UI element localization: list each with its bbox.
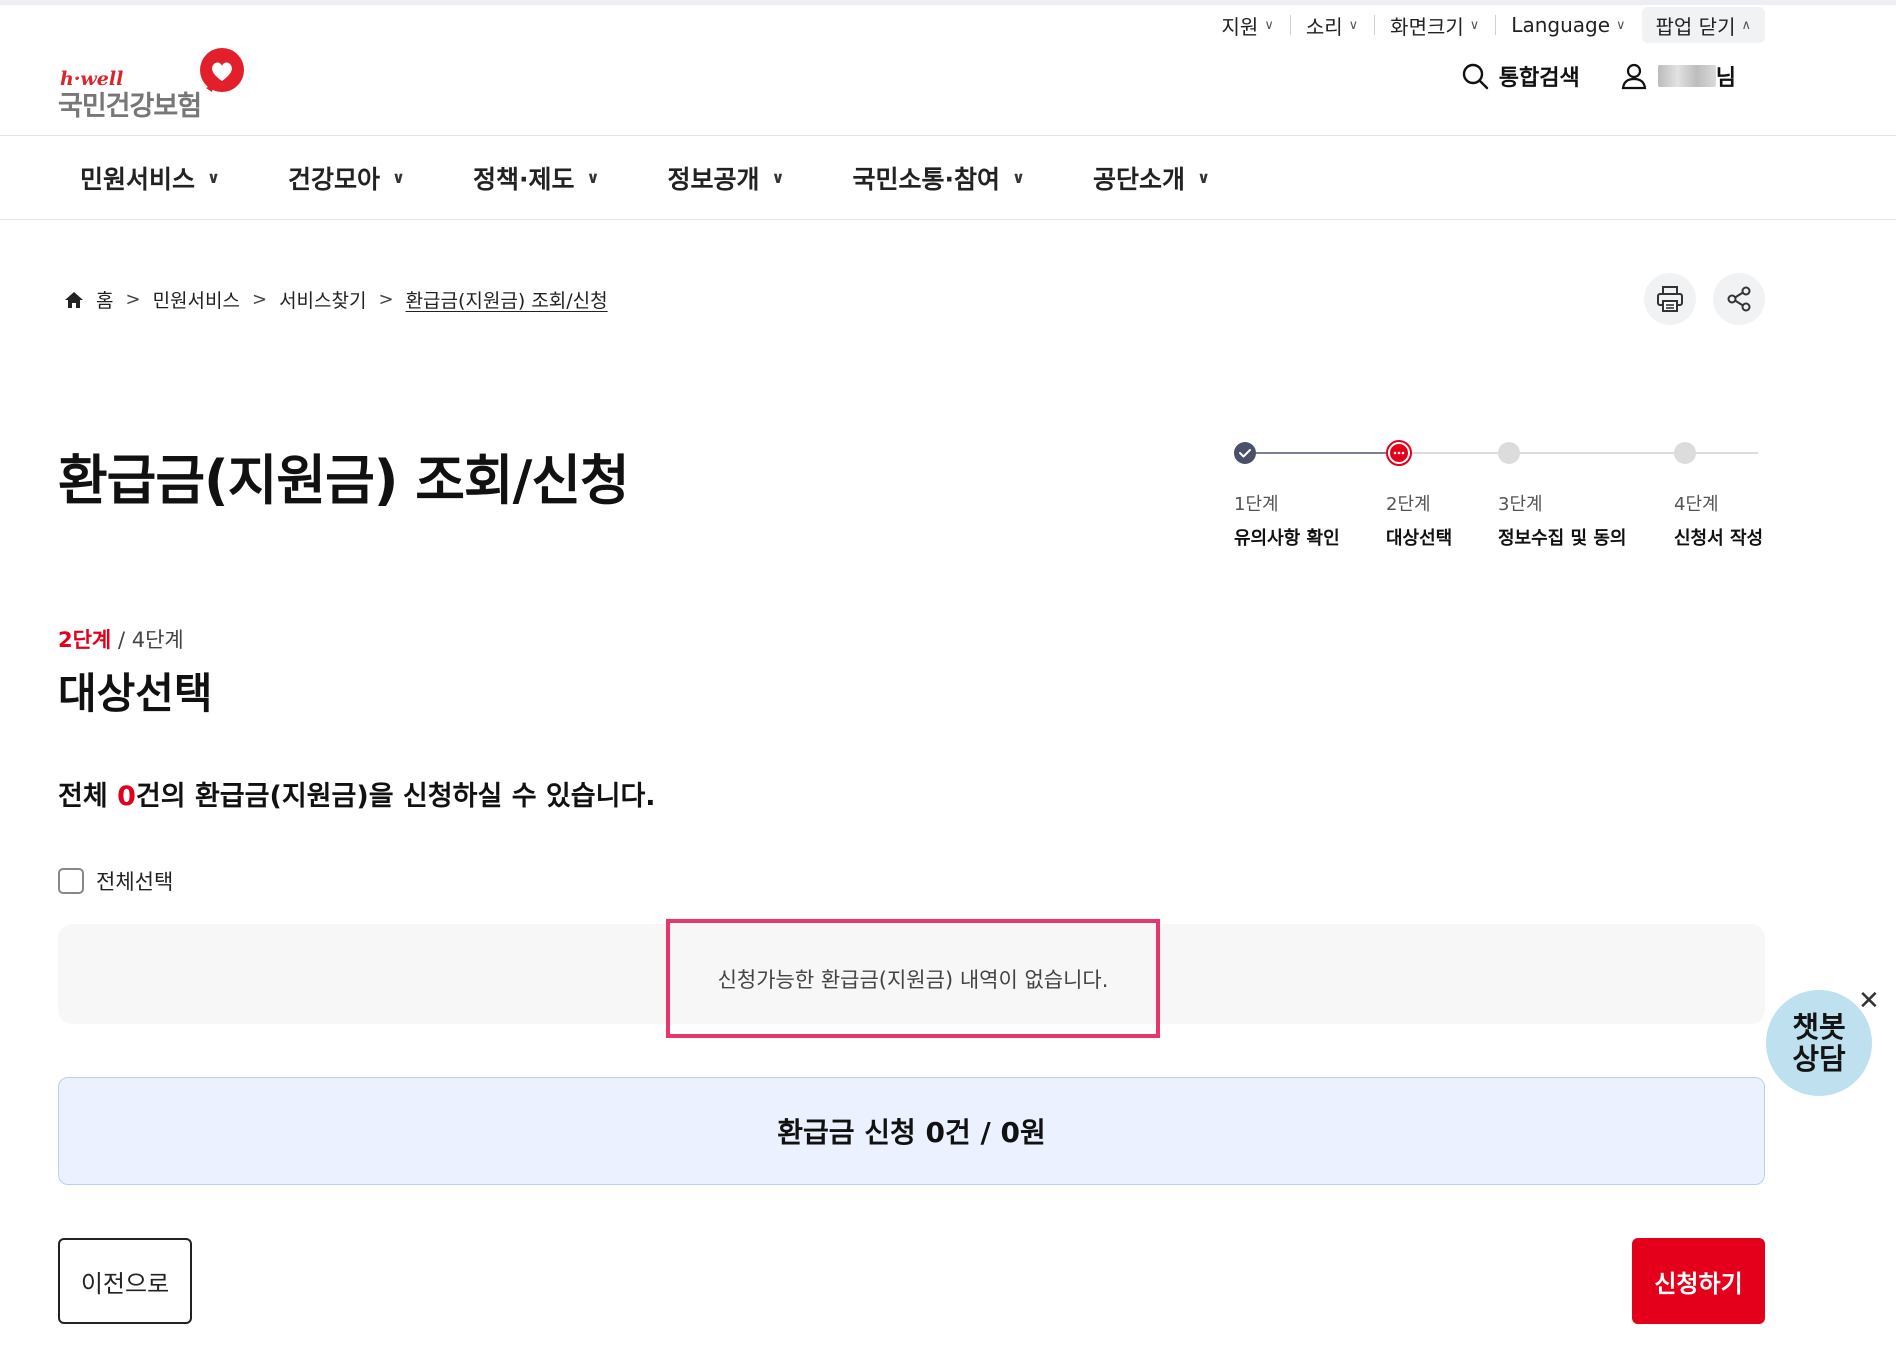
nav-divider: [0, 219, 1896, 220]
empty-message: 신청가능한 환급금(지원금) 내역이 없습니다.: [717, 967, 1109, 992]
summary-text: 전체 0건의 환급금(지원금)을 신청하실 수 있습니다.: [58, 774, 656, 813]
chevron-down-icon: ∨: [392, 168, 406, 187]
summary-count: 0: [117, 781, 136, 812]
chevron-right-icon: >: [125, 289, 141, 310]
utility-language[interactable]: Language ∨: [1495, 13, 1641, 37]
popup-close-button[interactable]: 팝업 닫기 ∧: [1641, 7, 1765, 43]
gnb-item-label: 국민소통·참여: [852, 164, 1001, 194]
gnb-item-label: 건강모아: [288, 164, 381, 194]
step-number: 1단계: [1234, 494, 1279, 515]
utility-support-label: 지원: [1221, 14, 1259, 39]
previous-button[interactable]: 이전으로: [58, 1238, 192, 1324]
gnb-item-about[interactable]: 공단소개 ∨: [1093, 160, 1210, 196]
utility-font-size[interactable]: 화면크기 ∨: [1374, 13, 1495, 39]
select-all-checkbox[interactable]: 전체선택: [58, 866, 173, 896]
breadcrumb-home[interactable]: 홈: [96, 286, 113, 313]
gnb-item-health[interactable]: 건강모아 ∨: [288, 160, 405, 196]
gnb-item-label: 민원서비스: [80, 164, 196, 194]
step-label: 정보수집 및 동의: [1498, 528, 1627, 549]
chevron-down-icon: ∨: [1197, 168, 1211, 187]
user-icon: [1621, 63, 1647, 90]
step-label: 신청서 작성: [1674, 528, 1764, 549]
stepper-line-done: [1246, 452, 1398, 454]
gnb-item-label: 공단소개: [1093, 164, 1186, 194]
masked-user-name: [1657, 65, 1716, 87]
global-navigation: 민원서비스 ∨ 건강모아 ∨ 정책·제도 ∨ 정보공개 ∨ 국민소통·참여 ∨ …: [80, 136, 1278, 219]
total-steps: / 4단계: [117, 628, 184, 652]
gnb-item-civil-service[interactable]: 민원서비스 ∨: [80, 160, 220, 196]
step-indicator: 2단계 / 4단계: [58, 624, 184, 654]
gnb-item-policy[interactable]: 정책·제도 ∨: [473, 160, 600, 196]
progress-stepper: 1단계 유의사항 확인 2단계 대상선택 3단계 정보수집 및 동의 4단계 신…: [1224, 440, 1770, 560]
summary-prefix: 전체: [58, 781, 118, 812]
chevron-up-icon: ∧: [1741, 17, 1751, 33]
utility-language-label: Language: [1511, 13, 1610, 37]
chevron-right-icon: >: [378, 289, 394, 310]
chevron-down-icon: ∨: [1348, 17, 1359, 33]
utility-sound-label: 소리: [1305, 14, 1343, 39]
popup-close-label: 팝업 닫기: [1655, 14, 1736, 39]
step-done-icon: [1234, 442, 1256, 464]
header-actions: 통합검색 님: [1461, 60, 1736, 92]
chevron-down-icon: ∨: [586, 168, 600, 187]
step-label: 유의사항 확인: [1234, 528, 1340, 549]
top-accent-line: [0, 0, 1896, 5]
gnb-item-label: 정책·제도: [473, 164, 575, 194]
chevron-down-icon: ∨: [1012, 168, 1026, 187]
page-title: 환급금(지원금) 조회/신청: [58, 449, 630, 512]
user-menu-button[interactable]: 님: [1620, 60, 1736, 92]
step-current-icon: [1386, 440, 1412, 466]
user-suffix: 님: [1715, 66, 1736, 91]
step-number: 3단계: [1498, 494, 1543, 515]
refund-total-bar: 환급금 신청 0건 / 0원: [58, 1077, 1765, 1185]
heart-logo-icon: [200, 48, 244, 92]
section-title: 대상선택: [58, 669, 213, 718]
chatbot-label: 챗봇 상담: [1792, 1010, 1846, 1076]
share-icon: [1727, 286, 1751, 312]
step-number: 2단계: [1386, 494, 1431, 515]
integrated-search-button[interactable]: 통합검색: [1461, 60, 1580, 92]
chevron-down-icon: ∨: [207, 168, 221, 187]
utility-sound[interactable]: 소리 ∨: [1289, 13, 1374, 39]
home-icon: [65, 291, 83, 308]
utility-support[interactable]: 지원 ∨: [1206, 13, 1290, 39]
gnb-item-label: 정보공개: [667, 164, 760, 194]
print-button[interactable]: [1644, 273, 1696, 325]
close-icon[interactable]: ✕: [1858, 986, 1880, 1016]
apply-button-label: 신청하기: [1654, 1269, 1743, 1298]
previous-button-label: 이전으로: [80, 1269, 170, 1298]
chevron-down-icon: ∨: [1616, 17, 1626, 33]
chatbot-button[interactable]: 챗봇 상담: [1766, 990, 1872, 1096]
utility-font-size-label: 화면크기: [1390, 14, 1464, 39]
step-number: 4단계: [1674, 494, 1719, 515]
apply-button[interactable]: 신청하기: [1632, 1238, 1765, 1324]
refund-total-text: 환급금 신청 0건 / 0원: [777, 1116, 1046, 1149]
step-pending-icon: [1498, 442, 1520, 464]
chevron-down-icon: ∨: [1469, 17, 1480, 33]
breadcrumb-item[interactable]: 민원서비스: [153, 286, 240, 313]
chevron-right-icon: >: [251, 289, 268, 310]
search-icon: [1462, 63, 1488, 90]
printer-icon: [1657, 286, 1683, 312]
logo[interactable]: h·well 국민건강보험: [58, 48, 258, 122]
summary-suffix: 건의 환급금(지원금)을 신청하실 수 있습니다.: [135, 781, 656, 812]
current-step: 2단계: [58, 628, 112, 652]
search-label: 통합검색: [1498, 66, 1580, 91]
chevron-down-icon: ∨: [1264, 17, 1274, 33]
chevron-down-icon: ∨: [771, 168, 785, 187]
checkbox[interactable]: [58, 868, 84, 894]
utility-bar: 지원 ∨ 소리 ∨ 화면크기 ∨ Language ∨ 팝업 닫기 ∧: [1206, 7, 1765, 43]
share-button[interactable]: [1713, 273, 1765, 325]
empty-message-highlight: 신청가능한 환급금(지원금) 내역이 없습니다.: [666, 919, 1160, 1038]
step-label: 대상선택: [1386, 528, 1453, 549]
logo-name: 국민건강보험: [58, 91, 202, 122]
gnb-item-disclosure[interactable]: 정보공개 ∨: [668, 160, 785, 196]
breadcrumb-current[interactable]: 환급금(지원금) 조회/신청: [406, 286, 608, 313]
stepper-line-pending: [1398, 452, 1758, 454]
step-pending-icon: [1674, 442, 1696, 464]
select-all-label: 전체선택: [96, 870, 174, 894]
breadcrumb-item[interactable]: 서비스찾기: [279, 286, 366, 313]
gnb-item-participation[interactable]: 국민소통·참여 ∨: [853, 160, 1026, 196]
breadcrumb: 홈 > 민원서비스 > 서비스찾기 > 환급금(지원금) 조회/신청: [64, 286, 608, 313]
